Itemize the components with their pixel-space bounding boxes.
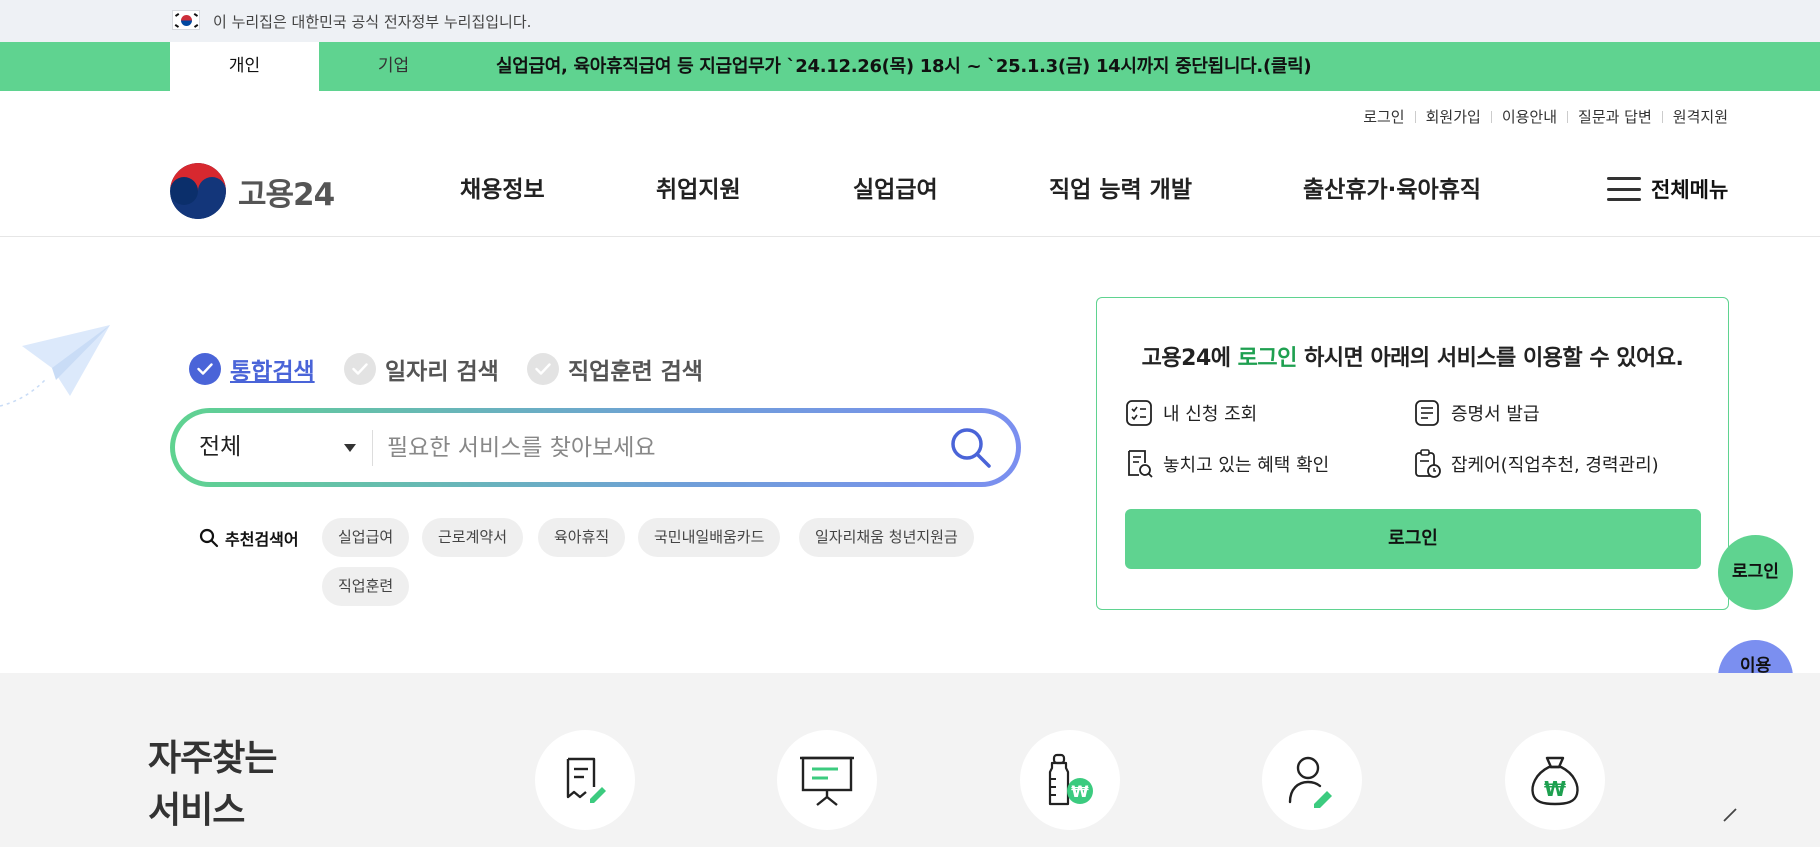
search-type-label: 일자리 검색 [385,359,499,385]
notice-bar: 개인 기업 실업급여, 육아휴직급여 등 지급업무가 `24.12.26(목) … [0,42,1820,91]
floating-login-button[interactable]: 로그인 [1718,535,1793,610]
checklist-icon [1126,400,1152,426]
all-menu-label: 전체메뉴 [1651,178,1729,202]
title-prefix: 고용24에 [1141,346,1238,371]
korean-flag-icon [172,10,200,30]
nav-vocational-training[interactable]: 직업 능력 개발 [1049,170,1192,204]
frequent-services-section: 자주찾는 서비스 ₩ ₩ [0,673,1820,847]
paper-plane-icon [0,325,110,407]
search-input[interactable] [387,425,927,470]
search-type-label: 직업훈련 검색 [568,359,703,385]
util-qna-link[interactable]: 질문과 답변 [1578,106,1652,127]
tab-business[interactable]: 기업 [319,42,468,91]
notice-message-link[interactable]: 실업급여, 육아휴직급여 등 지급업무가 `24.12.26(목) 18시 ~ … [496,42,1312,91]
service-my-applications[interactable]: 내 신청 조회 [1125,399,1257,427]
certificate-icon [1415,400,1439,426]
title-suffix: 하시면 아래의 서비스를 이용할 수 있어요. [1296,346,1684,371]
clipboard-clock-icon [1415,449,1441,478]
caret-down-icon[interactable] [344,444,356,452]
tab-personal[interactable]: 개인 [170,42,319,91]
service-label: 내 신청 조회 [1163,404,1258,425]
document-search-icon [1128,450,1153,478]
util-guide-link[interactable]: 이용안내 [1502,106,1557,127]
keyword-chip[interactable]: 일자리채움 청년지원금 [799,518,974,557]
search-type-label: 통합검색 [230,359,315,385]
check-icon [344,353,376,385]
header-divider [0,236,1820,237]
hamburger-icon [1607,177,1641,201]
service-missed-benefits[interactable]: 놓치고 있는 혜택 확인 [1125,449,1329,479]
divider [1661,110,1663,123]
frequent-service-item[interactable] [777,730,877,830]
keyword-chip[interactable]: 육아휴직 [538,518,626,557]
recommended-label-text: 추천검색어 [225,530,299,549]
gov-banner: 이 누리집은 대한민국 공식 전자정부 누리집입니다. [0,0,1820,42]
keyword-chip[interactable]: 직업훈련 [322,567,410,606]
search-type-jobs[interactable]: 일자리 검색 [344,352,499,386]
keyword-chip[interactable]: 실업급여 [322,518,410,557]
all-menu-button[interactable]: 전체메뉴 [1607,174,1728,204]
service-label: 증명서 발급 [1451,404,1540,425]
nav-maternity-parental-leave[interactable]: 출산휴가·육아휴직 [1303,170,1481,204]
frequent-service-item[interactable]: ₩ [1020,730,1120,830]
search-box: 전체 [170,408,1021,487]
search-icon [199,528,219,548]
baby-bottle-won-icon: ₩ [1048,753,1093,806]
check-icon [189,353,221,385]
search-type-integrated[interactable]: 통합검색 [189,352,315,386]
login-card-title: 고용24에 로그인 하시면 아래의 서비스를 이용할 수 있어요. [1097,340,1728,372]
site-logo[interactable]: 고용24 [170,163,335,219]
check-icon [527,353,559,385]
gov-banner-text: 이 누리집은 대한민국 공식 전자정부 누리집입니다. [213,13,532,31]
recommended-keywords-label: 추천검색어 [199,526,299,550]
divider [372,430,373,466]
search-category-select[interactable]: 전체 [199,413,241,482]
service-label: 놓치고 있는 혜택 확인 [1163,455,1330,476]
carousel-next-icon[interactable] [1720,803,1740,823]
divider [1414,110,1416,123]
title-line1: 자주찾는 [148,738,277,779]
svg-text:₩: ₩ [1071,782,1089,801]
nav-job-info[interactable]: 채용정보 [460,170,545,204]
util-login-link[interactable]: 로그인 [1363,106,1404,127]
frequent-service-item[interactable]: ₩ [1505,730,1605,830]
login-button[interactable]: 로그인 [1125,509,1701,569]
divider [1567,110,1569,123]
money-bag-won-icon: ₩ [1531,756,1579,806]
keyword-chip[interactable]: 국민내일배움카드 [638,518,781,557]
title-line2: 서비스 [148,790,245,831]
person-pen-icon [1288,756,1332,808]
nav-employment-support[interactable]: 취업지원 [656,170,741,204]
search-type-training[interactable]: 직업훈련 검색 [527,352,703,386]
presentation-board-icon [800,756,854,806]
util-remote-support-link[interactable]: 원격지원 [1673,106,1728,127]
svg-text:₩: ₩ [1544,777,1566,801]
frequent-service-item[interactable] [535,730,635,830]
logo-text: 고용24 [238,176,335,213]
service-label: 잡케어(직업추천, 경력관리) [1451,455,1659,476]
divider [1490,110,1492,123]
keyword-chip[interactable]: 근로계약서 [422,518,524,557]
document-pen-icon [566,757,606,803]
utility-links: 로그인 회원가입 이용안내 질문과 답변 원격지원 [1363,106,1728,127]
util-signup-link[interactable]: 회원가입 [1426,106,1481,127]
taegeuk-emblem-icon [170,163,226,219]
title-highlight: 로그인 [1237,346,1298,371]
frequent-services-title: 자주찾는 서비스 [148,733,277,837]
service-jobcare[interactable]: 잡케어(직업추천, 경력관리) [1413,449,1659,479]
nav-unemployment-benefit[interactable]: 실업급여 [853,170,938,204]
frequent-service-item[interactable] [1262,730,1362,830]
login-card: 고용24에 로그인 하시면 아래의 서비스를 이용할 수 있어요. 내 신청 조… [1096,297,1729,610]
search-icon[interactable] [948,425,994,471]
service-certificate[interactable]: 증명서 발급 [1413,399,1540,427]
